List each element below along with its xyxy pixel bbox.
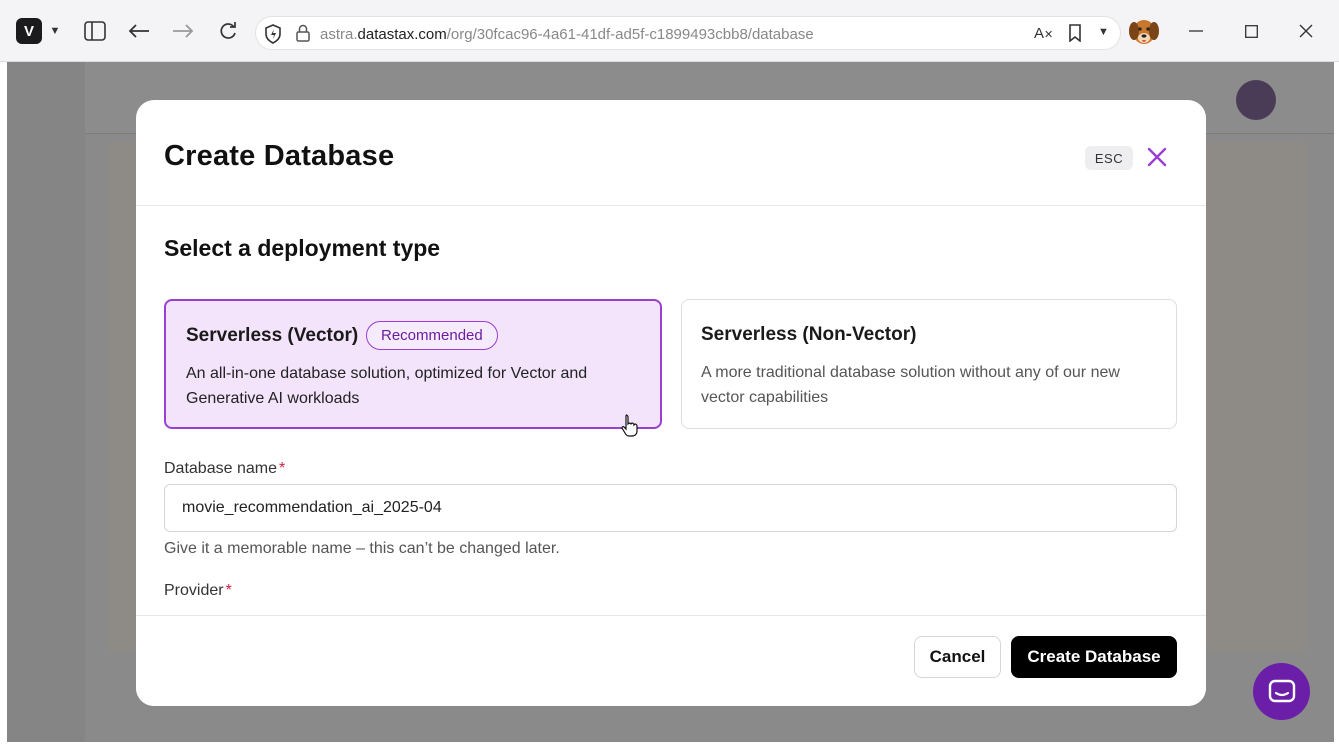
close-modal-button[interactable]: [1144, 144, 1170, 170]
maximize-icon[interactable]: [1238, 18, 1264, 44]
modal-title: Create Database: [164, 140, 395, 172]
required-mark: *: [278, 460, 286, 477]
hand-cursor-icon: [621, 414, 638, 437]
card-description: A more traditional database solution wit…: [701, 364, 1120, 406]
close-window-icon[interactable]: [1293, 18, 1319, 44]
modal-body: Select a deployment type Serverless (Vec…: [136, 207, 1206, 615]
section-title: Select a deployment type: [164, 235, 441, 261]
bookmark-icon[interactable]: [1068, 24, 1082, 47]
panel-toggle-icon[interactable]: [82, 18, 108, 44]
chevron-down-icon[interactable]: ▼: [42, 18, 68, 44]
profile-avatar-icon[interactable]: [1127, 14, 1161, 48]
required-mark: *: [225, 582, 232, 599]
provider-label: Provider *: [164, 582, 232, 599]
card-title: Serverless (Non-Vector): [701, 324, 917, 345]
close-icon: [1147, 147, 1167, 167]
cancel-button[interactable]: Cancel: [914, 636, 1001, 678]
modal-footer: Cancel Create Database: [136, 615, 1206, 706]
esc-badge: ESC: [1085, 146, 1133, 170]
dropdown-icon[interactable]: ▼: [1098, 26, 1109, 38]
deployment-card-serverless-vector[interactable]: Serverless (Vector) Recommended An all-i…: [164, 299, 662, 429]
vivaldi-menu-icon[interactable]: V: [16, 18, 42, 44]
browser-toolbar: V ▼ astra.datastax.com/org/30fcac96-4a61…: [0, 0, 1339, 62]
recommended-badge: Recommended: [366, 321, 498, 350]
database-name-input[interactable]: [164, 484, 1177, 532]
app-sidebar: [7, 62, 85, 742]
database-name-label: Database name *: [164, 460, 286, 477]
back-icon[interactable]: [126, 18, 152, 44]
modal-header: Create Database ESC: [136, 100, 1206, 206]
address-bar[interactable]: astra.datastax.com/org/30fcac96-4a61-41d…: [255, 16, 1121, 50]
minimize-icon[interactable]: [1183, 18, 1209, 44]
translate-icon[interactable]: A✕: [1034, 25, 1053, 42]
shield-icon[interactable]: [264, 24, 282, 49]
card-title: Serverless (Vector): [186, 325, 359, 346]
card-description: An all-in-one database solution, optimiz…: [186, 365, 588, 407]
database-name-help: Give it a memorable name – this can’t be…: [164, 540, 560, 557]
url-text: astra.datastax.com/org/30fcac96-4a61-41d…: [320, 26, 814, 43]
chat-icon: [1268, 679, 1295, 702]
create-database-button[interactable]: Create Database: [1011, 636, 1177, 678]
forward-icon[interactable]: [170, 18, 196, 44]
deployment-card-serverless-non-vector[interactable]: Serverless (Non-Vector) A more tradition…: [681, 299, 1177, 429]
chat-support-button[interactable]: [1253, 663, 1310, 720]
reload-icon[interactable]: [215, 18, 241, 44]
lock-icon: [296, 24, 310, 47]
create-database-modal: Create Database ESC Select a deployment …: [136, 100, 1206, 706]
user-avatar: [1236, 80, 1276, 120]
